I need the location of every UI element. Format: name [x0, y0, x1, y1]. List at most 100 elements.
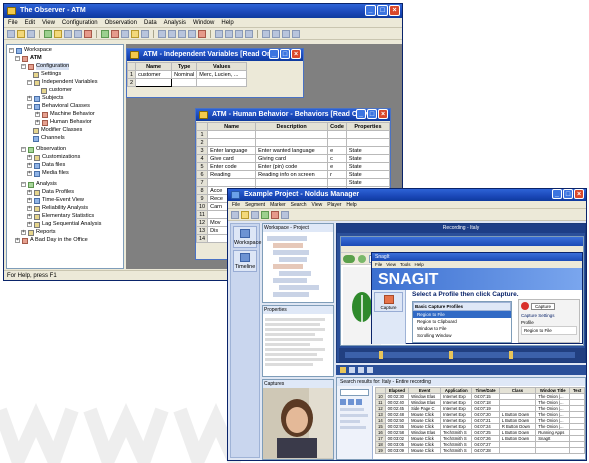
cell-code[interactable]: [327, 138, 347, 147]
expand-icon[interactable]: +: [27, 214, 32, 219]
column-header[interactable]: Window Title: [535, 387, 571, 394]
cut-icon[interactable]: [84, 30, 92, 38]
expand-icon[interactable]: +: [27, 155, 32, 160]
pause-icon[interactable]: [349, 367, 355, 373]
table-cell[interactable]: [498, 447, 537, 454]
snagit-titlebar[interactable]: SnagIt: [372, 253, 582, 261]
table-row[interactable]: 3 Enter language Enter wanted language e Sta…: [196, 146, 390, 155]
collapse-icon[interactable]: −: [9, 48, 14, 53]
collapse-icon[interactable]: −: [21, 182, 26, 187]
cell-description[interactable]: Giving card: [255, 154, 329, 163]
tree-customizations[interactable]: Customizations: [42, 154, 80, 161]
timeline-marker[interactable]: [379, 351, 383, 359]
format-icon[interactable]: [188, 30, 196, 38]
menu-window[interactable]: Window: [193, 18, 214, 27]
print-icon[interactable]: [64, 30, 72, 38]
search-field[interactable]: [340, 389, 369, 396]
snagit-menu-help[interactable]: Help: [414, 261, 423, 268]
capture-button[interactable]: Capture: [531, 302, 556, 310]
cell-name[interactable]: [207, 178, 257, 187]
cell-type[interactable]: [171, 78, 198, 87]
cell-code[interactable]: c: [327, 154, 347, 163]
collapse-icon[interactable]: −: [21, 147, 26, 152]
menu-player[interactable]: Player: [327, 201, 341, 208]
column-header-values[interactable]: Values: [196, 62, 248, 71]
cell-properties[interactable]: State: [345, 162, 390, 171]
minimize-button[interactable]: _: [552, 189, 562, 199]
cell-code[interactable]: e: [327, 146, 347, 155]
expand-icon[interactable]: +: [35, 120, 40, 125]
tree-observation[interactable]: Observation: [36, 146, 66, 153]
capture-nav-button[interactable]: Capture: [374, 292, 403, 312]
table-row[interactable]: 19 00:03:09 Mouse Click TechSmith S 04:07:28: [375, 447, 585, 454]
config-icon[interactable]: [121, 30, 129, 38]
chart-icon[interactable]: [198, 30, 206, 38]
record-icon[interactable]: [261, 211, 269, 219]
collapse-icon[interactable]: −: [27, 104, 32, 109]
cell-description[interactable]: [255, 138, 329, 147]
profiles-list[interactable]: Basic Capture Profiles Region to File Re…: [412, 301, 512, 343]
collapse-icon[interactable]: −: [27, 80, 32, 85]
save-icon[interactable]: [27, 30, 35, 38]
minimize-button[interactable]: _: [356, 109, 366, 119]
cell-properties[interactable]: State: [345, 178, 390, 187]
cell-description[interactable]: Enter (pin) code: [255, 162, 329, 171]
delete-icon[interactable]: [271, 211, 279, 219]
open-icon[interactable]: [241, 211, 249, 219]
window-icon[interactable]: [215, 30, 223, 38]
menu-edit[interactable]: Edit: [25, 18, 35, 27]
window-icon[interactable]: [235, 30, 243, 38]
table-cell[interactable]: Mouse Click: [408, 447, 442, 454]
save-icon[interactable]: [251, 211, 259, 219]
expand-icon[interactable]: +: [35, 112, 40, 117]
expand-icon[interactable]: +: [27, 190, 32, 195]
tree-lag-sequential-analysis[interactable]: Lag Sequential Analysis: [42, 221, 101, 228]
column-header-type[interactable]: Type: [171, 62, 198, 71]
menu-segment[interactable]: Segment: [245, 201, 265, 208]
run-icon[interactable]: [101, 30, 109, 38]
cell-type[interactable]: Nominal: [171, 70, 198, 79]
table-row[interactable]: 2: [127, 78, 248, 87]
menu-analysis[interactable]: Analysis: [164, 18, 186, 27]
stop-icon[interactable]: [358, 367, 364, 373]
tree-modifier-classes[interactable]: Modifier Classes: [41, 127, 82, 134]
tree-behavioral-classes[interactable]: Behavioral Classes: [42, 103, 90, 110]
menu-search[interactable]: Search: [291, 201, 307, 208]
table-row[interactable]: 1: [196, 130, 390, 139]
cell-name[interactable]: Reading: [207, 170, 257, 179]
back-icon[interactable]: [343, 255, 355, 263]
profile-item[interactable]: Region to File: [413, 311, 511, 318]
menu-configuration[interactable]: Configuration: [62, 18, 98, 27]
table-cell[interactable]: 04:07:28: [471, 447, 500, 454]
tree-channels[interactable]: Channels: [41, 135, 65, 142]
cell-name[interactable]: [207, 138, 257, 147]
expand-icon[interactable]: +: [27, 96, 32, 101]
expand-icon[interactable]: +: [27, 171, 32, 176]
expand-icon[interactable]: +: [27, 222, 32, 227]
maximize-button[interactable]: □: [377, 5, 388, 16]
search-icon[interactable]: [262, 30, 270, 38]
folder-icon[interactable]: [54, 30, 62, 38]
cell-properties[interactable]: State: [345, 154, 390, 163]
expand-icon[interactable]: +: [27, 206, 32, 211]
column-header-description[interactable]: Description: [255, 122, 329, 131]
independent-variables-table[interactable]: Name Type Values 1 customer Nominal Merc…: [127, 62, 248, 87]
arrow-down-icon[interactable]: [292, 30, 300, 38]
tree-configuration[interactable]: Configuration: [36, 63, 70, 70]
tree-atm[interactable]: ATM: [30, 55, 42, 62]
new-icon[interactable]: [231, 211, 239, 219]
timeline-nav-button[interactable]: Timeline: [233, 250, 257, 272]
profile-item[interactable]: Window to File: [413, 325, 511, 332]
tree-media-files[interactable]: Media files: [42, 170, 69, 177]
profile-item[interactable]: Region to Clipboard: [413, 318, 511, 325]
tree-data-profiles[interactable]: Data Profiles: [42, 189, 74, 196]
menu-help[interactable]: Help: [221, 18, 233, 27]
tree-workspace[interactable]: Workspace: [24, 47, 52, 54]
table-row[interactable]: 4 Give card Giving card c State: [196, 154, 390, 163]
table-row[interactable]: 1 customer Nominal Merc, Lucien, ...: [127, 70, 248, 79]
tree-time-event-view[interactable]: Time-Event View: [42, 197, 84, 204]
cell-properties[interactable]: State: [345, 170, 390, 179]
cell-properties[interactable]: State: [345, 146, 390, 155]
cell-description[interactable]: [255, 178, 329, 187]
cell-code[interactable]: [327, 130, 347, 139]
